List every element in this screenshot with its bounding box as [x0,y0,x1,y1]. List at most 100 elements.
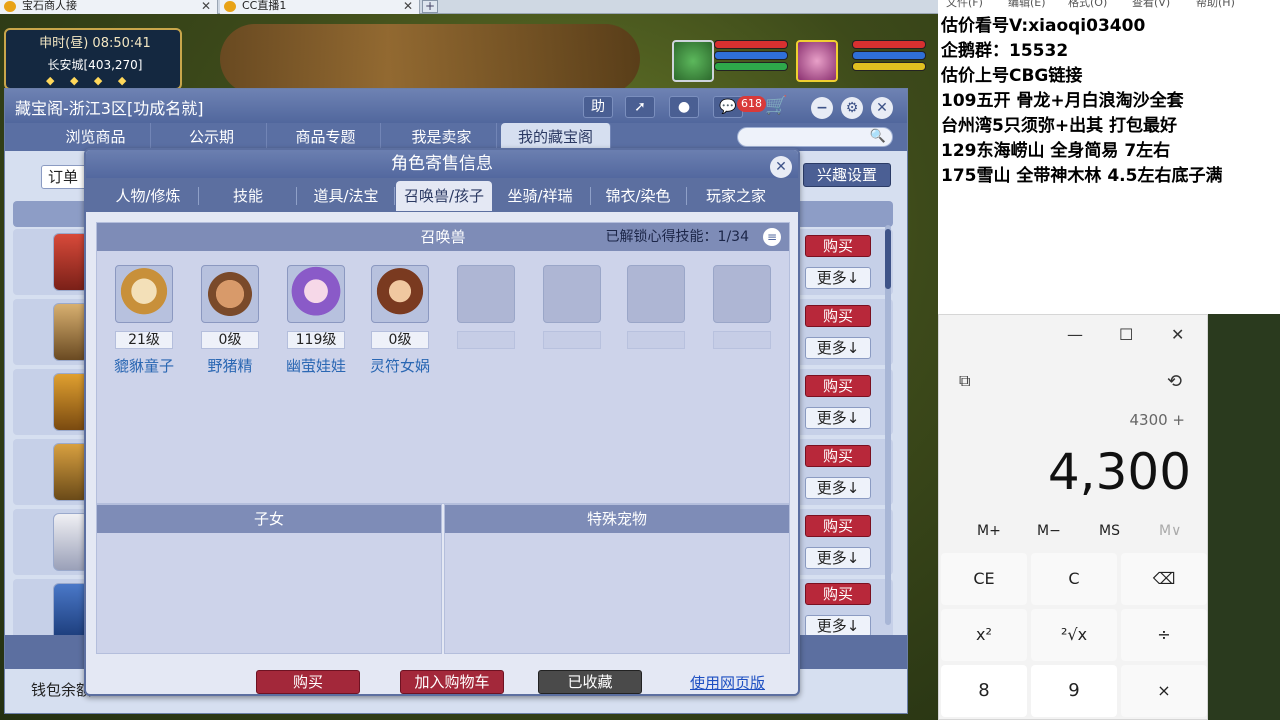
pet-slot[interactable]: 0级 灵符女娲 [370,265,433,376]
pet-slot-empty [543,265,605,349]
more-button[interactable]: 更多↓ [805,337,871,359]
settings-button[interactable]: ⚙ [841,97,863,119]
pet-name[interactable]: 幽萤娃娃 [281,355,351,376]
tab-pets[interactable]: 召唤兽/孩子 [396,181,492,211]
web-version-link[interactable]: 使用网页版 [690,672,765,693]
ms-button[interactable]: MS [1099,523,1120,539]
search-input[interactable]: 🔍 [737,127,893,147]
more-button[interactable]: 更多↓ [805,615,871,637]
close-icon[interactable]: ✕ [770,156,792,178]
multiply-button[interactable]: × [1121,665,1207,717]
pet-slot[interactable]: 119级 幽萤娃娃 [286,265,349,376]
pet-level: 0级 [371,331,429,349]
more-button[interactable]: 更多↓ [805,407,871,429]
share-button[interactable]: ➚ [625,96,655,118]
minimize-button[interactable]: − [811,97,833,119]
sqrt-button[interactable]: ²√x [1031,609,1117,661]
help-button[interactable]: 助 [583,96,613,118]
browser-tab-2[interactable]: CC直播1 ✕ [220,0,420,14]
close-button[interactable]: ✕ [871,97,893,119]
game-location: 长安城[403,270] [47,58,143,72]
record-button[interactable]: ● [669,96,699,118]
menu-edit[interactable]: 编辑(E) [1008,0,1046,8]
more-button[interactable]: 更多↓ [805,547,871,569]
buy-button[interactable]: 购买 [805,375,871,397]
pet-portrait[interactable] [672,40,714,82]
memory-list-button[interactable]: M∨ [1159,523,1181,539]
minimize-icon[interactable]: — [1067,325,1083,344]
nav-public[interactable]: 公示期 [157,123,267,151]
buy-button[interactable]: 购买 [805,305,871,327]
tab-home[interactable]: 玩家之家 [688,181,784,211]
maximize-icon[interactable]: ☐ [1119,325,1133,344]
map-icons[interactable]: ◆ ◆ ◆ ◆ [46,74,132,87]
menu-icon[interactable]: ≡ [763,228,781,246]
children-panel: 子女 [96,504,442,654]
digit-9-button[interactable]: 9 [1031,665,1117,717]
new-tab-button[interactable]: + [422,0,438,13]
close-icon[interactable]: ✕ [1171,325,1184,344]
buy-button[interactable]: 购买 [805,445,871,467]
scroll-thumb[interactable] [885,229,891,289]
cbg-title-bar: 藏宝阁-浙江3区[功成名就] 助 ➚ ● 💬 618 🛒 − ⚙ ✕ [5,89,907,123]
history-icon[interactable]: ⟲ [1167,371,1182,392]
dialog-tabs: 人物/修炼 技能 道具/法宝 召唤兽/孩子 坐骑/祥瑞 锦衣/染色 玩家之家 [86,178,798,212]
cart-icon[interactable]: 🛒 [765,95,787,116]
close-icon[interactable]: ✕ [201,0,211,12]
pet-name[interactable]: 野猪精 [195,355,265,376]
player-portrait[interactable] [796,40,838,82]
menu-help[interactable]: 帮助(H) [1196,0,1235,8]
pet-level: 21级 [115,331,173,349]
more-button[interactable]: 更多↓ [805,267,871,289]
menu-file[interactable]: 文件(F) [946,0,983,8]
pet-image [201,265,259,323]
ce-button[interactable]: CE [941,553,1027,605]
pet-name[interactable]: 灵符女娲 [365,355,435,376]
tab-character[interactable]: 人物/修炼 [100,181,196,211]
text-line: 109五开 骨龙+月白浪淘沙全套 [941,91,1184,111]
notepad-text[interactable]: 估价看号V:xiaoqi03400 企鹅群：15532 估价上号CBG链接 10… [941,14,1280,189]
buy-button[interactable]: 购买 [805,583,871,605]
pet-name[interactable]: 貔貅童子 [109,355,179,376]
pet-slot[interactable]: 21级 貔貅童子 [114,265,177,376]
nav-browse[interactable]: 浏览商品 [41,123,151,151]
browser-tab-strip: 宝石商人接 ✕ CC直播1 ✕ + [0,0,938,14]
pet-panel-header: 召唤兽 已解锁心得技能：1/34 ≡ [97,223,789,251]
search-icon[interactable]: 🔍 [870,129,886,144]
pet-image [115,265,173,323]
nav-my-cbg[interactable]: 我的藏宝阁 [501,123,611,151]
tab-outfits[interactable]: 锦衣/染色 [590,181,686,211]
nav-seller[interactable]: 我是卖家 [387,123,497,151]
wallet-label: 钱包余额 [31,681,92,699]
clear-button[interactable]: C [1031,553,1117,605]
tab-mounts[interactable]: 坐骑/祥瑞 [492,181,588,211]
menu-view[interactable]: 查看(V) [1132,0,1170,8]
square-button[interactable]: x² [941,609,1027,661]
m-minus-button[interactable]: M− [1037,523,1061,539]
calc-expression: 4300 + [1129,411,1185,429]
buy-button[interactable]: 购买 [256,670,360,694]
close-icon[interactable]: ✕ [403,0,413,12]
buy-button[interactable]: 购买 [805,235,871,257]
backspace-button[interactable]: ⌫ [1121,553,1207,605]
nav-topics[interactable]: 商品专题 [271,123,381,151]
favorited-button[interactable]: 已收藏 [538,670,642,694]
divide-button[interactable]: ÷ [1121,609,1207,661]
pet-image [287,265,345,323]
more-button[interactable]: 更多↓ [805,477,871,499]
keep-on-top-icon[interactable]: ⧉ [959,371,970,391]
tab-skills[interactable]: 技能 [200,181,296,211]
window-controls: — ☐ ✕ [939,315,1207,355]
menu-format[interactable]: 格式(O) [1068,0,1107,8]
player-status-bars [852,40,926,84]
pet-slot[interactable]: 0级 野猪精 [201,265,263,376]
browser-tab-1[interactable]: 宝石商人接 ✕ [0,0,218,14]
add-to-cart-button[interactable]: 加入购物车 [400,670,504,694]
tab-items[interactable]: 道具/法宝 [298,181,394,211]
interest-settings-button[interactable]: 兴趣设置 [803,163,891,187]
app-icon [4,1,16,12]
cbg-nav: 浏览商品 公示期 商品专题 我是卖家 我的藏宝阁 🔍 [5,123,907,151]
buy-button[interactable]: 购买 [805,515,871,537]
m-plus-button[interactable]: M+ [977,523,1001,539]
digit-8-button[interactable]: 8 [941,665,1027,717]
